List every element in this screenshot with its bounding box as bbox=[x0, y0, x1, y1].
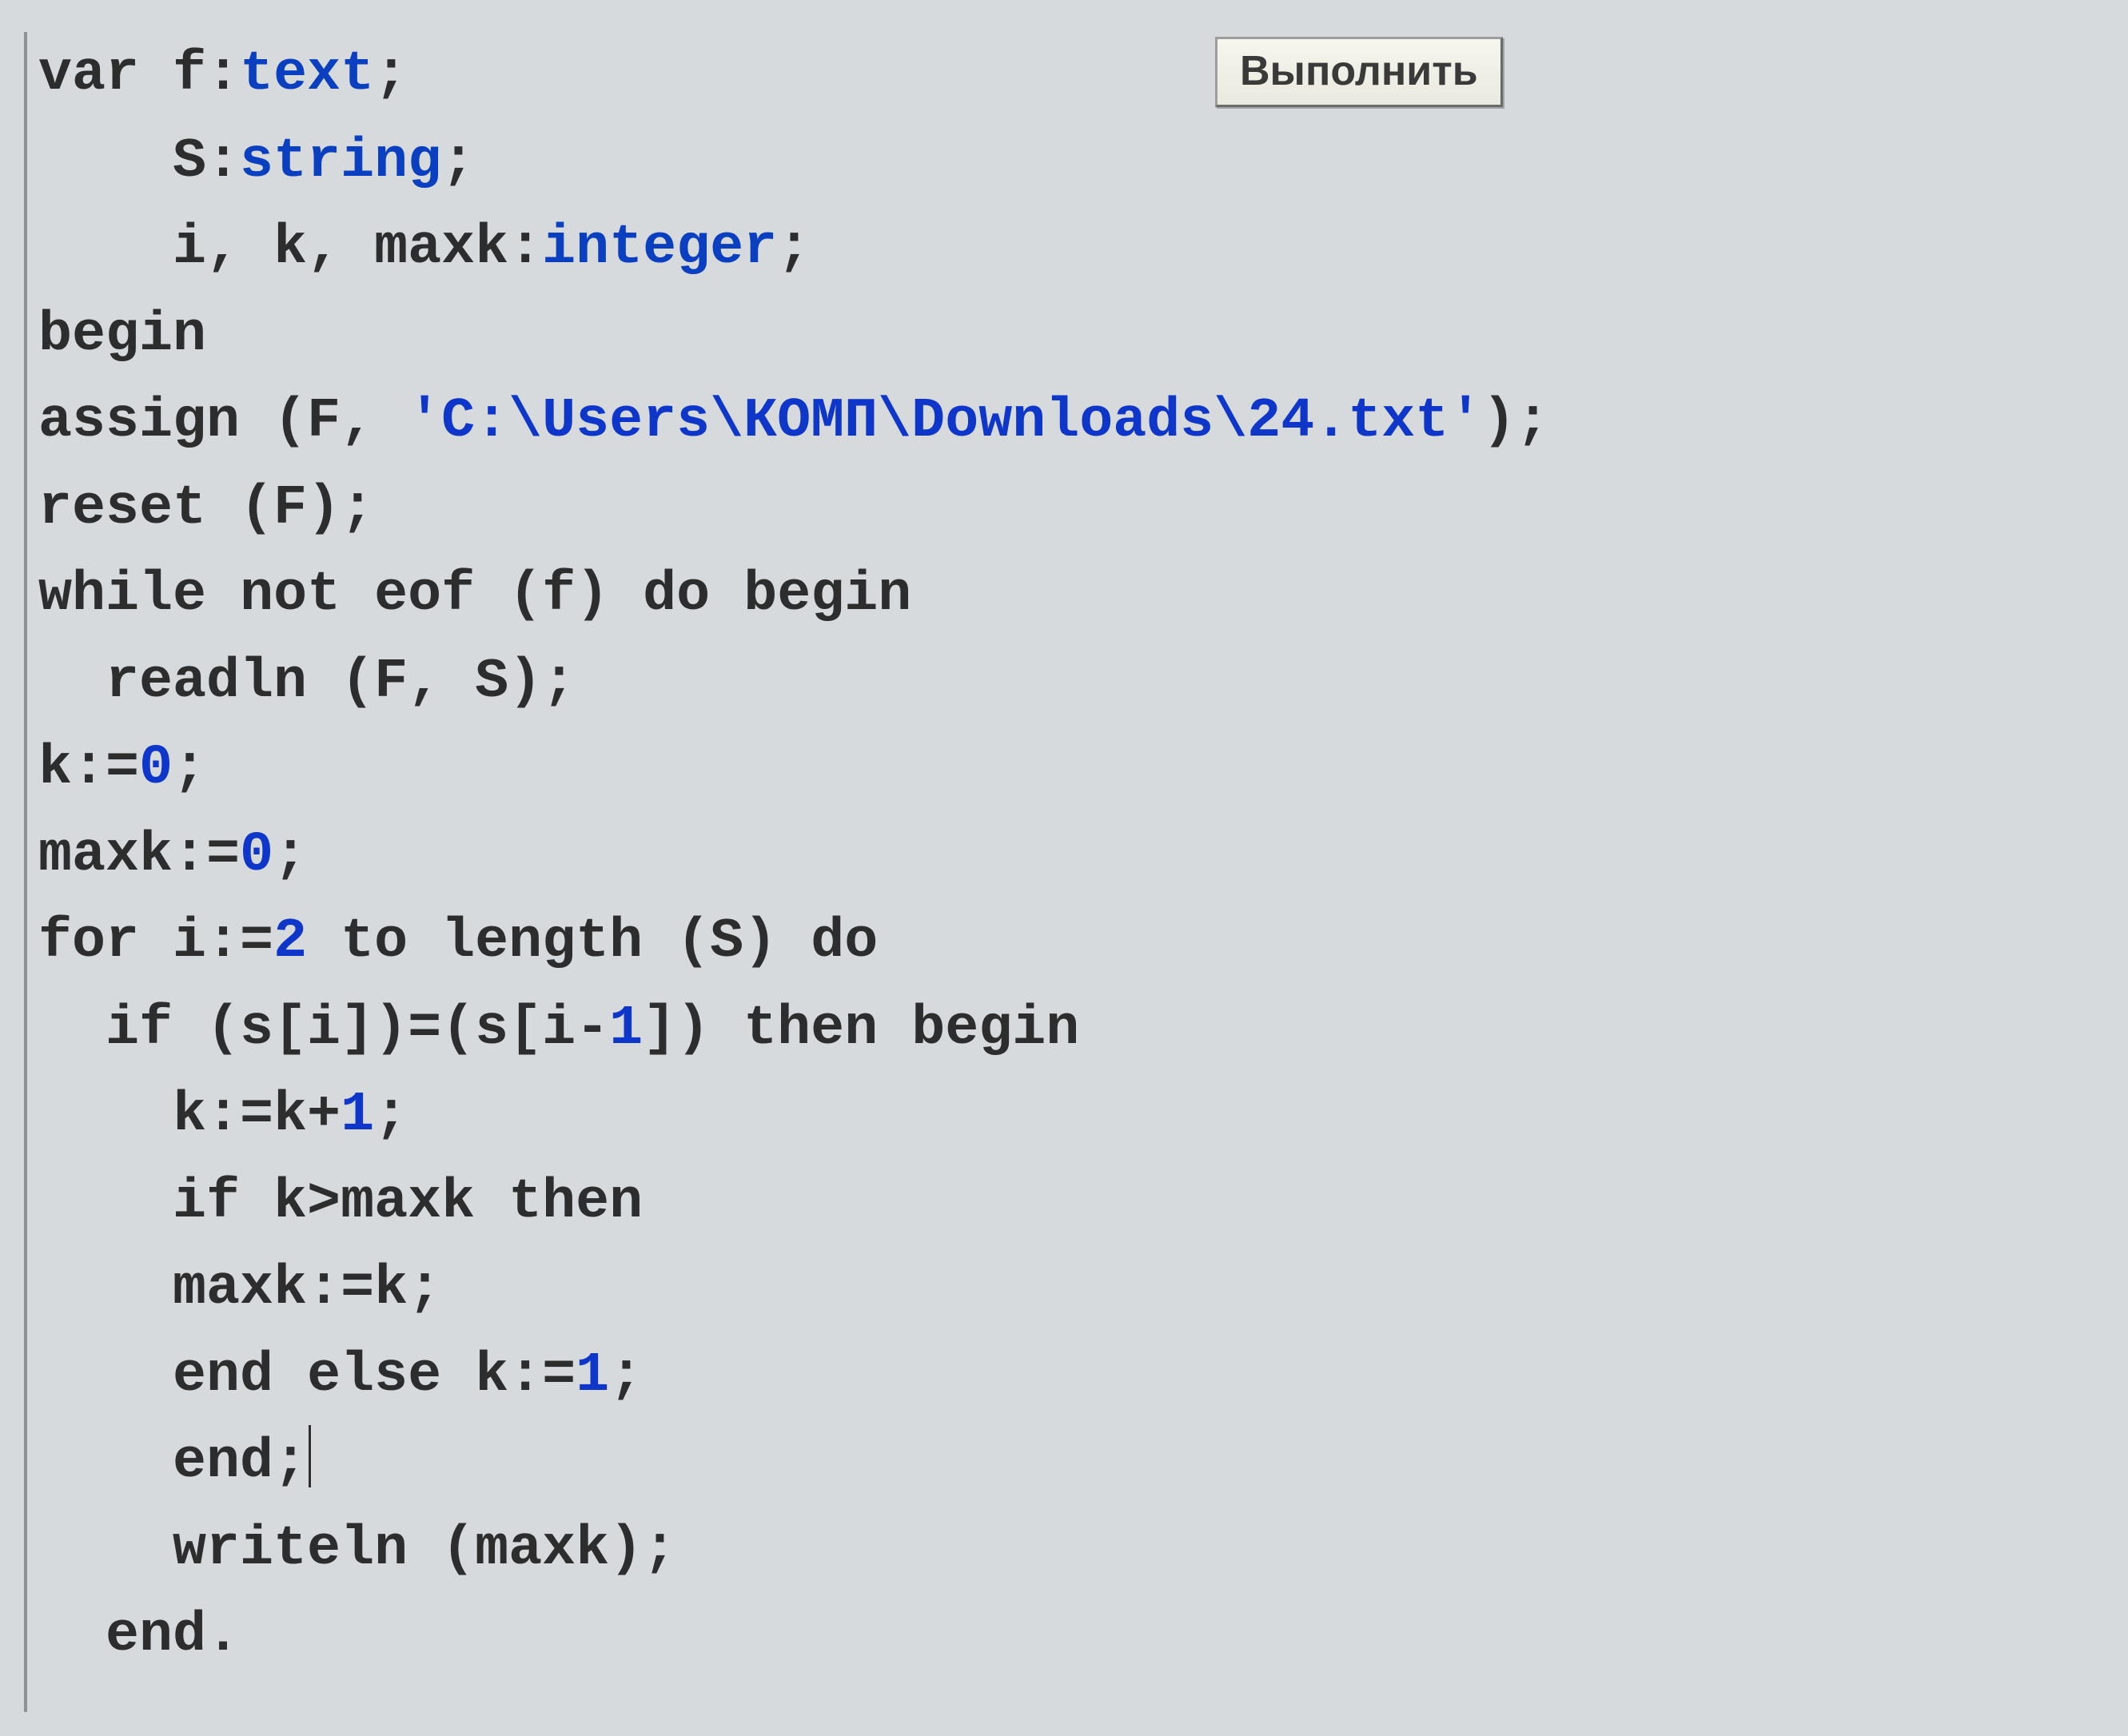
code-token: (s[i])=(s[i- bbox=[173, 997, 609, 1061]
code-token bbox=[307, 910, 341, 974]
run-tooltip: Выполнить bbox=[1215, 37, 1503, 107]
code-token: . bbox=[206, 1604, 240, 1667]
code-token: ; bbox=[173, 737, 206, 800]
code-token: do bbox=[811, 910, 878, 974]
code-token: ; bbox=[273, 1431, 307, 1494]
code-token: for bbox=[38, 910, 139, 974]
code-token: maxk:= bbox=[38, 824, 240, 887]
code-token: reset (F); bbox=[38, 477, 374, 540]
code-token: end bbox=[173, 1344, 273, 1408]
text-caret bbox=[309, 1425, 311, 1487]
run-tooltip-label: Выполнить bbox=[1240, 48, 1478, 94]
code-token: if bbox=[106, 997, 173, 1061]
code-token: 0 bbox=[139, 737, 173, 800]
code-token: ; bbox=[374, 43, 408, 106]
code-token: writeln (maxk); bbox=[173, 1518, 676, 1581]
code-token: var bbox=[38, 43, 139, 106]
code-token: S: bbox=[173, 130, 240, 193]
code-token: while bbox=[38, 563, 206, 627]
code-token: maxk:=k; bbox=[173, 1257, 441, 1320]
code-token: eof (f) bbox=[341, 563, 643, 627]
code-token bbox=[710, 563, 743, 627]
code-token: 0 bbox=[240, 824, 273, 887]
code-token: assign (F, bbox=[38, 390, 408, 453]
code-token bbox=[206, 563, 240, 627]
code-token: end bbox=[173, 1431, 273, 1494]
code-token: ; bbox=[273, 824, 307, 887]
code-token bbox=[273, 1344, 307, 1408]
code-token: ; bbox=[441, 130, 475, 193]
code-token: string bbox=[240, 130, 441, 193]
code-token: ; bbox=[609, 1344, 643, 1408]
code-token: do bbox=[643, 563, 710, 627]
code-token: 1 bbox=[609, 997, 643, 1061]
code-token: then bbox=[508, 1171, 643, 1234]
code-token: ; bbox=[777, 217, 811, 280]
code-token: then bbox=[743, 997, 878, 1061]
code-editor[interactable]: var f:text; S:string; i, k, maxk:integer… bbox=[0, 0, 2128, 1736]
code-token: i, k, maxk: bbox=[173, 217, 542, 280]
code-token: text bbox=[240, 43, 374, 106]
code-token: length (S) bbox=[408, 910, 811, 974]
code-token: ; bbox=[374, 1084, 408, 1147]
code-token: else bbox=[307, 1344, 441, 1408]
code-token bbox=[878, 997, 911, 1061]
code-token: 2 bbox=[273, 910, 307, 974]
code-token: end bbox=[106, 1604, 206, 1667]
code-token: not bbox=[240, 563, 341, 627]
code-token: k:= bbox=[38, 737, 139, 800]
source-code[interactable]: var f:text; S:string; i, k, maxk:integer… bbox=[24, 32, 2104, 1680]
code-token: k>maxk bbox=[240, 1171, 508, 1234]
code-token: to bbox=[341, 910, 408, 974]
code-token: begin bbox=[743, 563, 911, 627]
code-token: 'C:\Users\КОМП\Downloads\24.txt' bbox=[408, 390, 1482, 453]
code-token: begin bbox=[911, 997, 1079, 1061]
code-token: 1 bbox=[341, 1084, 374, 1147]
code-token: f: bbox=[139, 43, 240, 106]
code-token: ); bbox=[1482, 390, 1549, 453]
code-token: readln (F, S); bbox=[106, 651, 576, 714]
code-token: 1 bbox=[576, 1344, 609, 1408]
code-token: begin bbox=[38, 304, 206, 367]
code-token: k:= bbox=[441, 1344, 576, 1408]
code-token: i:= bbox=[139, 910, 273, 974]
code-token: k:=k+ bbox=[173, 1084, 341, 1147]
code-token: integer bbox=[542, 217, 777, 280]
code-token: if bbox=[173, 1171, 240, 1234]
code-token: ]) bbox=[643, 997, 743, 1061]
